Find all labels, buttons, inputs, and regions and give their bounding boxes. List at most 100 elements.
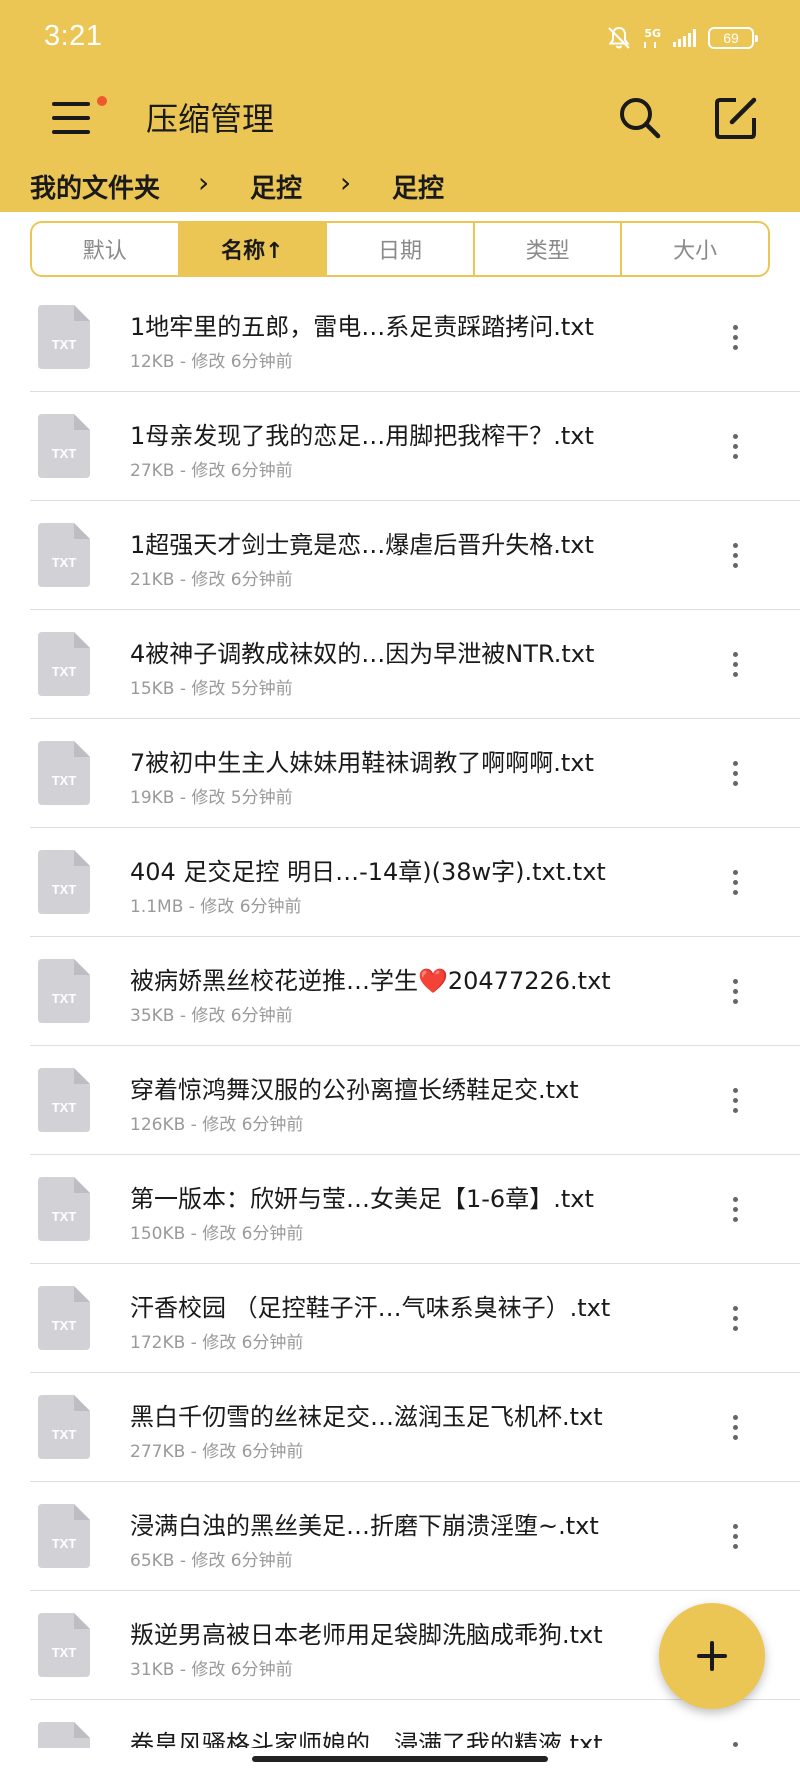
file-type-label: TXT (52, 773, 77, 788)
more-vert-icon[interactable] (722, 426, 748, 466)
txt-file-icon: TXT (38, 959, 90, 1023)
file-meta: 150KB - 修改 6分钟前 (130, 1224, 304, 1244)
sort-tab-type[interactable]: 类型 (475, 223, 623, 275)
menu-button[interactable] (44, 92, 107, 142)
more-vert-icon[interactable] (722, 862, 748, 902)
txt-file-icon: TXT (38, 1286, 90, 1350)
file-meta: 31KB - 修改 6分钟前 (130, 1660, 293, 1680)
list-item[interactable]: TXT 浸满白浊的黑丝美足…折磨下崩溃淫堕~.txt 65KB - 修改 6分钟… (0, 1482, 800, 1591)
list-item[interactable]: TXT 穿着惊鸿舞汉服的公孙离擅长绣鞋足交.txt 126KB - 修改 6分钟… (0, 1046, 800, 1155)
search-icon (620, 98, 661, 139)
file-type-label: TXT (52, 1209, 77, 1224)
file-type-label: TXT (52, 1427, 77, 1442)
file-type-label: TXT (52, 337, 77, 352)
status-time: 3:21 (44, 20, 103, 52)
txt-file-icon: TXT (38, 1395, 90, 1459)
sort-tab-name[interactable]: 名称↑ (179, 223, 328, 275)
file-type-label: TXT (52, 555, 77, 570)
more-vert-icon[interactable] (722, 753, 748, 793)
more-vert-icon[interactable] (722, 1298, 748, 1338)
list-item[interactable]: TXT 404 足交足控 明日…-14章)(38w字).txt.txt 1.1M… (0, 828, 800, 937)
txt-file-icon: TXT (38, 414, 90, 478)
list-item[interactable]: TXT 第一版本：欣妍与莹…女美足【1-6章】.txt 150KB - 修改 6… (0, 1155, 800, 1264)
more-vert-icon[interactable] (722, 1080, 748, 1120)
chevron-right-icon: › (198, 166, 210, 199)
file-meta: 21KB - 修改 6分钟前 (130, 570, 293, 590)
more-vert-icon[interactable] (722, 1734, 748, 1748)
list-item[interactable]: TXT 1超强天才剑士竟是恋…爆虐后晋升失格.txt 21KB - 修改 6分钟… (0, 501, 800, 610)
txt-file-icon: TXT (38, 850, 90, 914)
txt-file-icon: TXT (38, 1613, 90, 1677)
more-vert-icon[interactable] (722, 535, 748, 575)
home-indicator[interactable] (252, 1756, 548, 1762)
more-vert-icon[interactable] (722, 1407, 748, 1447)
breadcrumb-item-root[interactable]: 我的文件夹 (30, 168, 160, 205)
search-button[interactable] (612, 90, 668, 146)
breadcrumb-item-current[interactable]: 足控 (392, 168, 444, 205)
file-type-label: TXT (52, 1100, 77, 1115)
file-meta: 172KB - 修改 6分钟前 (130, 1333, 304, 1353)
file-meta: 35KB - 修改 6分钟前 (130, 1006, 293, 1026)
chevron-right-icon: › (340, 166, 352, 199)
status-icons: 5G 69 (606, 22, 758, 54)
list-item[interactable]: TXT 黑白千仞雪的丝袜足交…滋润玉足飞机杯.txt 277KB - 修改 6分… (0, 1373, 800, 1482)
header-area: 3:21 5G 69 压缩管理 我的文件夹 › 足控 › 足控 (0, 0, 800, 212)
network-type-label: 5G (644, 26, 661, 40)
file-meta: 19KB - 修改 5分钟前 (130, 788, 293, 808)
add-button[interactable] (659, 1603, 765, 1709)
txt-file-icon: TXT (38, 1068, 90, 1132)
file-type-label: TXT (52, 1318, 77, 1333)
sort-tab-size[interactable]: 大小 (622, 223, 768, 275)
signal-icon (673, 29, 696, 47)
sort-tab-date[interactable]: 日期 (327, 223, 475, 275)
menu-icon (52, 102, 90, 106)
list-item[interactable]: TXT 1母亲发现了我的恋足…用脚把我榨干？.txt 27KB - 修改 6分钟… (0, 392, 800, 501)
txt-file-icon: TXT (38, 1504, 90, 1568)
page-title: 压缩管理 (146, 100, 275, 138)
list-item[interactable]: TXT 1地牢里的五郎，雷电…系足责踩踏拷问.txt 12KB - 修改 6分钟… (0, 283, 800, 392)
file-meta: 15KB - 修改 5分钟前 (130, 679, 293, 699)
more-vert-icon[interactable] (722, 317, 748, 357)
more-vert-icon[interactable] (722, 644, 748, 684)
file-name: 1地牢里的五郎，雷电…系足责踩踏拷问.txt (130, 313, 594, 341)
plus-icon (697, 1641, 727, 1671)
app-bar: 压缩管理 (0, 76, 800, 156)
edit-button[interactable] (708, 90, 764, 146)
txt-file-icon: TXT (38, 523, 90, 587)
txt-file-icon: TXT (38, 1177, 90, 1241)
file-name: 穿着惊鸿舞汉服的公孙离擅长绣鞋足交.txt (130, 1076, 579, 1104)
notification-dot (97, 96, 107, 106)
list-item[interactable]: TXT 4被神子调教成袜奴的…因为早泄被NTR.txt 15KB - 修改 5分… (0, 610, 800, 719)
file-name: 叛逆男高被日本老师用足袋脚洗脑成乖狗.txt (130, 1621, 603, 1649)
file-name: 黑白千仞雪的丝袜足交…滋润玉足飞机杯.txt (130, 1403, 603, 1431)
more-vert-icon[interactable] (722, 1189, 748, 1229)
file-type-label: TXT (52, 664, 77, 679)
file-meta: 12KB - 修改 6分钟前 (130, 352, 293, 372)
sort-tab-default[interactable]: 默认 (32, 223, 180, 275)
mute-bell-icon (608, 26, 631, 49)
txt-file-icon: TXT (38, 741, 90, 805)
more-vert-icon[interactable] (722, 1516, 748, 1556)
status-bar: 3:21 5G 69 (0, 0, 800, 76)
battery-icon: 69 (708, 27, 758, 49)
file-meta: 1.1MB - 修改 6分钟前 (130, 897, 302, 917)
file-name: 第一版本：欣妍与莹…女美足【1-6章】.txt (130, 1185, 594, 1213)
file-meta: 65KB - 修改 6分钟前 (130, 1551, 293, 1571)
more-vert-icon[interactable] (722, 971, 748, 1011)
list-item[interactable]: TXT 汗香校园 （足控鞋子汗…气味系臭袜子）.txt 172KB - 修改 6… (0, 1264, 800, 1373)
sort-tabs: 默认 名称↑ 日期 类型 大小 (30, 221, 770, 277)
file-name: 404 足交足控 明日…-14章)(38w字).txt.txt (130, 858, 606, 886)
file-name: 7被初中生主人妹妹用鞋袜调教了啊啊啊.txt (130, 749, 594, 777)
breadcrumb: 我的文件夹 › 足控 › 足控 (0, 162, 800, 208)
list-item[interactable]: TXT 被病娇黑丝校花逆推…学生❤️20477226.txt 35KB - 修改… (0, 937, 800, 1046)
network-indicator: 5G (644, 26, 661, 48)
list-item[interactable]: TXT 卷皇风骚格斗家师娘的…浸满了我的精液.txt (0, 1700, 800, 1748)
list-item[interactable]: TXT 7被初中生主人妹妹用鞋袜调教了啊啊啊.txt 19KB - 修改 5分钟… (0, 719, 800, 828)
file-meta: 27KB - 修改 6分钟前 (130, 461, 293, 481)
file-list: TXT 1地牢里的五郎，雷电…系足责踩踏拷问.txt 12KB - 修改 6分钟… (0, 283, 800, 1748)
file-type-label: TXT (52, 882, 77, 897)
file-name: 汗香校园 （足控鞋子汗…气味系臭袜子）.txt (130, 1294, 611, 1322)
breadcrumb-item-folder[interactable]: 足控 (250, 168, 302, 205)
file-name: 卷皇风骚格斗家师娘的…浸满了我的精液.txt (130, 1730, 603, 1748)
txt-file-icon: TXT (38, 632, 90, 696)
